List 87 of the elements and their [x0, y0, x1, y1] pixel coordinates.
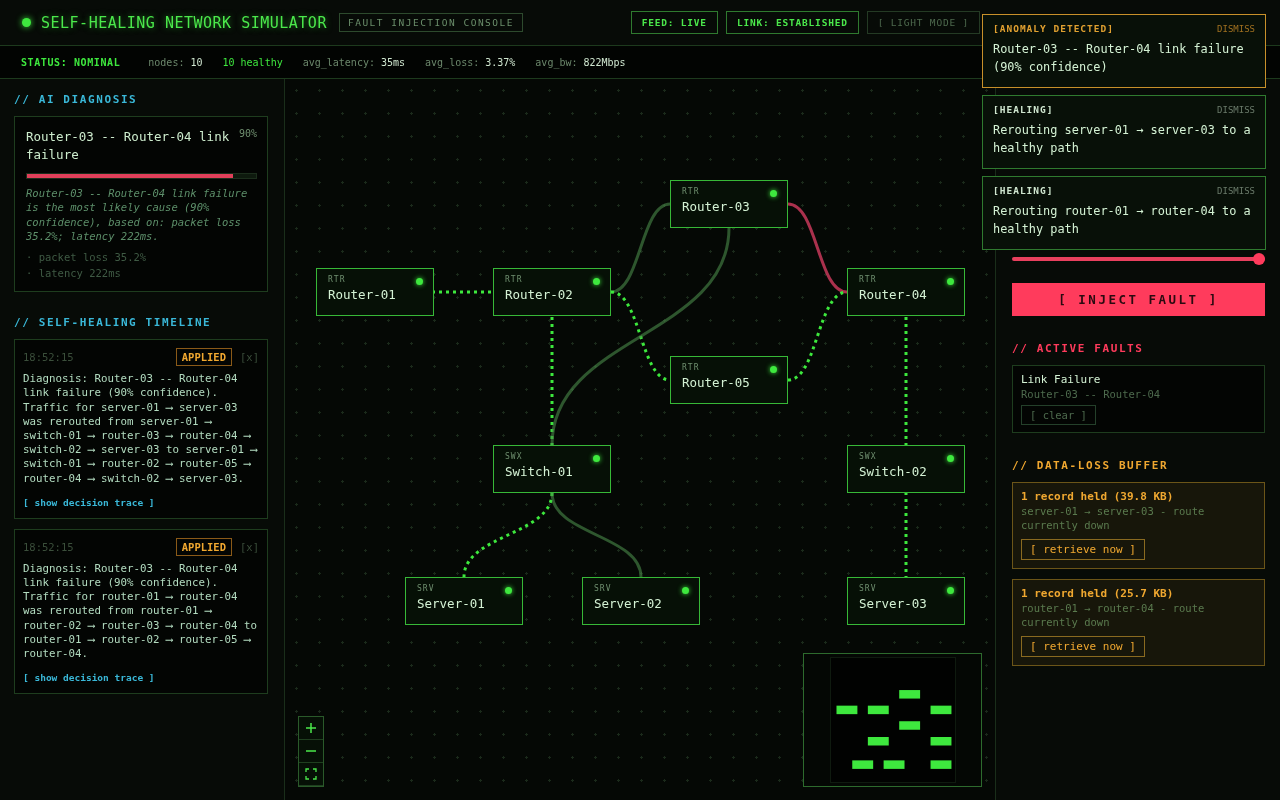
buffer-detail: server-01 → server-03 - route currently down — [1021, 504, 1206, 532]
network-node[interactable]: SRV Server-01 — [405, 577, 523, 625]
node-name: Router-03 — [682, 199, 751, 214]
retrieve-button[interactable]: [ retrieve now ] — [1021, 539, 1145, 560]
minimap[interactable] — [803, 653, 982, 787]
section-heading: // ACTIVE FAULTS — [1012, 342, 1145, 355]
network-node[interactable]: SRV Server-03 — [847, 577, 965, 625]
network-node[interactable]: RTR Router-01 — [316, 268, 434, 316]
network-node[interactable]: SWX Switch-01 — [493, 445, 611, 493]
fault-target: Router-03 -- Router-04 — [1021, 388, 1161, 400]
node-name: Router-02 — [505, 287, 574, 302]
node-name: Switch-01 — [505, 464, 574, 479]
network-node[interactable]: RTR Router-03 — [670, 180, 788, 228]
node-type: RTR — [505, 275, 524, 284]
buffer-title: 1 record held (39.8 KB) — [1021, 490, 1174, 503]
stat-label: avg_bw: — [535, 56, 578, 68]
toast-message: Rerouting server-01 → server-03 to a healthy path — [993, 122, 1252, 157]
node-type: RTR — [859, 275, 878, 284]
diagnosis-title: Router-03 -- Router-04 link failure — [26, 128, 231, 164]
stat-value: 35ms — [380, 56, 406, 68]
fit-view-icon — [305, 768, 317, 780]
diagnosis-explanation: Router-03 -- Router-04 link failure is the most likely cause (90% confidence), based on: packet loss 35.2%; latency 222ms. — [26, 186, 249, 244]
inject-fault-button[interactable]: [ INJECT FAULT ] — [1012, 283, 1265, 316]
evidence-item: · latency 222ms — [26, 266, 122, 282]
decision-trace-link[interactable]: [ show decision trace ] — [23, 672, 155, 684]
network-node[interactable]: SRV Server-02 — [582, 577, 700, 625]
network-node[interactable]: RTR Router-02 — [493, 268, 611, 316]
status-badge: LINK: ESTABLISHED — [725, 11, 859, 34]
app-title: SELF-HEALING NETWORK SIMULATOR — [41, 13, 327, 32]
buffer-detail: router-01 → router-04 - route currently down — [1021, 601, 1206, 629]
timeline-text: Diagnosis: Router-03 -- Router-04 link failure (90% confidence). Traffic for router-01 ⟶ router-04 was rerouted from router-01 ⟶ router-02 ⟶ router-03 ⟶ router-04 to router-01 ⟶ router-02 ⟶ router-05 ⟶ router-04. — [23, 561, 258, 662]
node-name: Router-04 — [859, 287, 928, 302]
node-type: SRV — [859, 584, 878, 593]
evidence-item: · packet loss 35.2% — [26, 250, 148, 266]
slider-thumb[interactable] — [1253, 253, 1265, 265]
node-type: SWX — [859, 452, 878, 461]
fault-title: Link Failure — [1021, 373, 1101, 386]
node-type: SRV — [594, 584, 613, 593]
network-node[interactable]: RTR Router-05 — [670, 356, 788, 404]
section-heading: // DATA-LOSS BUFFER — [1012, 459, 1170, 472]
timestamp: 18:52:15 — [23, 540, 75, 553]
node-name: Router-01 — [328, 287, 397, 302]
network-node[interactable]: SWX Switch-02 — [847, 445, 965, 493]
dismiss-button[interactable]: DISMISS — [1217, 23, 1255, 34]
node-type: RTR — [682, 363, 701, 372]
node-type: SWX — [505, 452, 524, 461]
stat-value: 3.37% — [485, 56, 516, 68]
buffer-title: 1 record held (25.7 KB) — [1021, 587, 1174, 600]
healthy-count: 10 healthy — [222, 56, 283, 68]
confidence-value: 90% — [238, 128, 257, 141]
node-name: Server-02 — [594, 596, 663, 611]
clear-button[interactable]: [ clear ] — [1021, 405, 1096, 425]
toast-tag: [HEALING] — [993, 104, 1054, 115]
applied-badge: APPLIED — [175, 537, 233, 556]
node-name: Router-05 — [682, 375, 751, 390]
timestamp: 18:52:15 — [23, 351, 75, 364]
stat-label: nodes: — [148, 56, 185, 68]
system-status: STATUS: NOMINAL — [21, 56, 121, 68]
decision-trace-link[interactable]: [ show decision trace ] — [23, 496, 155, 508]
status-led-icon — [22, 18, 31, 27]
dismiss-button[interactable]: DISMISS — [1217, 104, 1255, 115]
console-label: FAULT INJECTION CONSOLE — [338, 13, 523, 32]
network-node[interactable]: RTR Router-04 — [847, 268, 965, 316]
applied-badge: APPLIED — [175, 348, 233, 367]
node-name: Server-01 — [417, 596, 486, 611]
severity-slider[interactable] — [1012, 253, 1265, 265]
toast-message: Rerouting router-01 → router-04 to a healthy path — [993, 203, 1252, 238]
node-type: SRV — [417, 584, 436, 593]
status-badge: FEED: LIVE — [630, 11, 718, 34]
toast-tag: [ANOMALY DETECTED] — [993, 23, 1114, 34]
stat-value: 822Mbps — [583, 56, 626, 68]
toast-tag: [HEALING] — [993, 185, 1054, 196]
node-type: RTR — [682, 187, 701, 196]
plus-icon — [305, 722, 317, 734]
node-name: Server-03 — [859, 596, 928, 611]
toast-message: Router-03 -- Router-04 link failure (90% confidence) — [993, 41, 1245, 76]
minus-icon — [305, 750, 317, 752]
node-name: Switch-02 — [859, 464, 928, 479]
node-type: RTR — [328, 275, 347, 284]
stat-label: avg_latency: — [302, 56, 375, 68]
section-heading: // AI DIAGNOSIS — [14, 93, 139, 106]
retrieve-button[interactable]: [ retrieve now ] — [1021, 636, 1145, 657]
section-heading: // SELF-HEALING TIMELINE — [14, 316, 213, 330]
stat-value: 10 — [190, 56, 203, 68]
dismiss-button[interactable]: DISMISS — [1217, 185, 1255, 196]
stat-label: avg_loss: — [425, 56, 480, 68]
timeline-text: Diagnosis: Router-03 -- Router-04 link failure (90% confidence). Traffic for server-01 ⟶ server-03 was rerouted from server-01 ⟶ switch-01 ⟶ router-03 ⟶ router-04 ⟶ switch-02 ⟶ server-03 to server-01 ⟶ switch-01 ⟶ router-02 ⟶ router-05 ⟶ router-04 ⟶ switch-02 ⟶ server-03. — [23, 372, 259, 486]
